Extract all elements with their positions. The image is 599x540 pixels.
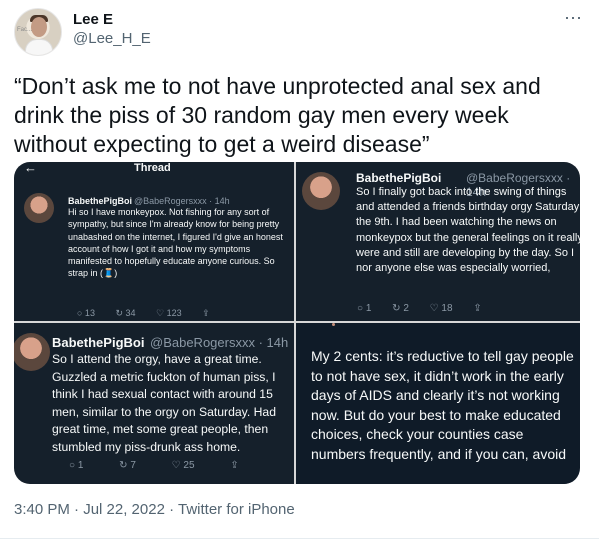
reply-count: ○ 13 — [77, 308, 95, 318]
media-panel-3[interactable]: BabethePigBoi @BabeRogersxxx · 14h So I … — [14, 323, 294, 484]
panel-tweet-text: Hi so I have monkeypox. Not fishing for … — [68, 207, 283, 279]
panel-topbar: ← Thread — [14, 162, 294, 175]
thread-title: Thread — [134, 162, 171, 174]
panel-user-handle: @BabeRogersxxx · 14h — [134, 196, 230, 206]
panel-commentary-text: My 2 cents: it’s reductive to tell gay p… — [311, 348, 574, 462]
tweet-text: “Don’t ask me to not have unprotected an… — [14, 73, 541, 157]
panel-tweet-text: So I finally got back into the swing of … — [356, 186, 580, 275]
reply-count: ○ 1 — [357, 303, 372, 314]
retweet-count: ↻ 7 — [119, 460, 136, 471]
panel-bottom-fade — [296, 474, 580, 484]
panel-user-name: BabethePigBoi — [356, 171, 442, 185]
avatar-shirt — [25, 39, 53, 55]
panel-avatar — [14, 333, 50, 371]
media-panel-4[interactable]: My 2 cents: it’s reductive to tell gay p… — [296, 323, 580, 484]
panel-user-handle: @BabeRogersxxx · 14h — [150, 335, 289, 350]
like-count: ♡ 123 — [156, 308, 182, 318]
author-avatar[interactable]: Fac... — [14, 8, 62, 56]
panel-actions: ○ 1 ↻ 7 ♡ 25 ⇪ — [69, 460, 272, 471]
like-count: ♡ 18 — [429, 303, 453, 314]
share-icon: ⇪ — [473, 303, 482, 314]
tweet-timestamp[interactable]: 3:40 PM · Jul 22, 2022 · Twitter for iPh… — [14, 501, 295, 518]
share-icon: ⇪ — [202, 308, 210, 318]
share-icon: ⇪ — [230, 460, 239, 471]
panel-avatar — [302, 172, 340, 210]
retweet-count: ↻ 2 — [392, 303, 409, 314]
panel-user-name: BabethePigBoi — [52, 335, 145, 350]
more-options-icon[interactable]: ⋯ — [564, 9, 583, 27]
media-panel-1[interactable]: ← Thread BabethePigBoi @BabeRogersxxx · … — [14, 162, 294, 321]
panel-actions: ○ 13 ↻ 34 ♡ 123 ⇪ — [77, 308, 228, 319]
panel-avatar — [24, 193, 54, 223]
avatar-watermark-text: Fac... — [17, 27, 33, 33]
panel-actions: ○ 1 ↻ 2 ♡ 18 ⇪ — [357, 303, 500, 314]
author-name[interactable]: Lee E — [73, 11, 113, 28]
reply-count: ○ 1 — [69, 460, 84, 471]
tweet-header: Fac... Lee E @Lee_H_E ⋯ — [14, 6, 585, 56]
panel-tweet-text: So I attend the orgy, have a great time.… — [52, 352, 276, 454]
retweet-count: ↻ 34 — [115, 308, 136, 318]
tweet-media-grid[interactable]: ← Thread BabethePigBoi @BabeRogersxxx · … — [14, 162, 580, 484]
back-arrow-icon: ← — [24, 162, 37, 175]
panel-user-name: BabethePigBoi — [68, 196, 133, 206]
bottom-divider — [0, 538, 599, 539]
panel-top-dot — [332, 323, 335, 326]
author-handle[interactable]: @Lee_H_E — [73, 30, 151, 47]
media-panel-2[interactable]: BabethePigBoi @BabeRogersxxx · 14h So I … — [296, 162, 580, 321]
avatar-face — [31, 17, 47, 37]
like-count: ♡ 25 — [171, 460, 195, 471]
